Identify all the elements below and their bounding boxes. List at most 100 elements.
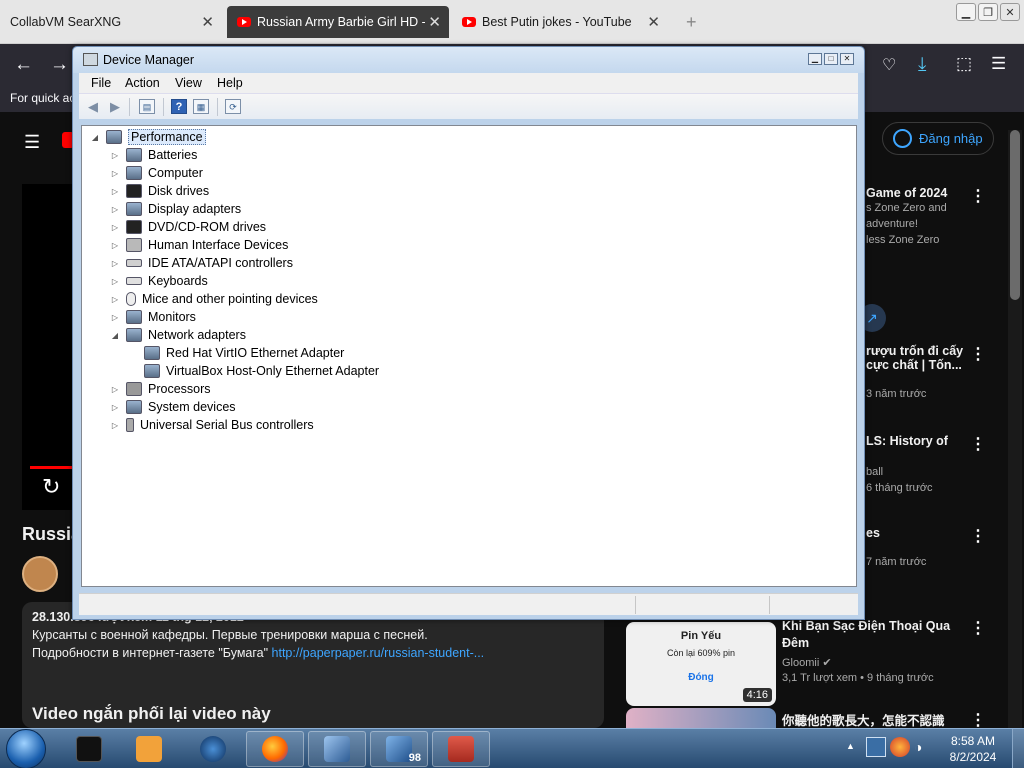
recommended-thumbnail[interactable] [626,708,776,728]
forward-arrow-icon[interactable]: → [50,54,69,76]
recommended-video[interactable]: Game of 2024 s Zone Zero and adventure! … [866,186,976,248]
pocket-icon[interactable]: ♡ [882,55,896,75]
maximize-window-icon[interactable]: ❐ [978,3,998,21]
video-player[interactable]: ↻ [22,184,78,510]
expand-arrow-icon[interactable]: ▷ [110,295,120,304]
tree-node-display-adapters[interactable]: ▷ Display adapters [110,200,241,218]
expand-arrow-icon[interactable]: ▷ [110,187,120,196]
more-options-icon[interactable]: ⋮ [970,344,986,364]
tree-node-disk-drives[interactable]: ▷ Disk drives [110,182,209,200]
taskbar-app-virtualbox[interactable] [308,731,366,767]
extensions-icon[interactable]: ⬚ [956,54,972,74]
tree-node-processors[interactable]: ▷ Processors [110,380,211,398]
recommended-video[interactable]: rượu trốn đi cấy cực chất | Tốn... 3 năm… [866,344,976,402]
close-window-icon[interactable]: ✕ [1000,3,1020,21]
close-tab-icon[interactable]: ✕ [201,13,214,31]
expand-arrow-icon[interactable]: ▷ [110,421,120,430]
expand-arrow-icon[interactable]: ▷ [110,151,120,160]
new-tab-plus-icon[interactable]: + [686,12,697,33]
video-progress-bar[interactable] [30,466,78,469]
network-tray-icon[interactable] [866,737,886,757]
menu-file[interactable]: File [91,76,111,90]
properties-icon[interactable]: ▦ [193,99,209,114]
more-options-icon[interactable]: ⋮ [970,186,986,206]
recommended-channel[interactable]: Gloomii ✔ [782,656,832,669]
channel-avatar[interactable] [22,556,58,592]
firefox-tray-icon[interactable] [890,737,910,757]
replay-icon[interactable]: ↻ [42,474,60,500]
tree-node-monitors[interactable]: ▷ Monitors [110,308,196,326]
expand-arrow-icon[interactable]: ▷ [110,259,120,268]
expand-arrow-icon[interactable]: ▷ [110,205,120,214]
more-options-icon[interactable]: ⋮ [970,710,986,730]
expand-arrow-icon[interactable]: ▷ [110,385,120,394]
back-arrow-icon[interactable]: ← [14,54,33,76]
collapse-arrow-icon[interactable]: ◢ [110,331,120,340]
recommended-title[interactable]: Khi Bạn Sạc Điện Thoại Qua Đêm [782,618,952,652]
tree-root-performance[interactable]: ◢ Performance [90,128,206,146]
minimize-window-icon[interactable]: ▁ [956,3,976,21]
device-manager-title-bar[interactable]: Device Manager ▁ □ ✕ [73,47,864,73]
tab-best-putin-jokes[interactable]: Best Putin jokes - YouTube ✕ [452,6,668,38]
tree-node-keyboards[interactable]: ▷ Keyboards [110,272,208,290]
tree-node-mice[interactable]: ▷ Mice and other pointing devices [110,290,318,308]
maximize-icon[interactable]: □ [824,53,838,65]
tree-node-system-devices[interactable]: ▷ System devices [110,398,236,416]
tab-russian-army-barbie[interactable]: Russian Army Barbie Girl HD - YouTube ✕ [227,6,449,38]
expand-arrow-icon[interactable]: ▷ [110,313,120,322]
taskbar-app-device-manager[interactable] [432,731,490,767]
collapse-arrow-icon[interactable]: ◢ [90,133,100,142]
scan-hardware-icon[interactable]: ⟳ [225,99,241,114]
tree-node-redhat-virtio[interactable]: Red Hat VirtIO Ethernet Adapter [144,344,344,362]
tree-node-dvd-cdrom[interactable]: ▷ DVD/CD-ROM drives [110,218,266,236]
recommended-video[interactable]: LS: History of ball 6 tháng trước [866,434,976,496]
tree-node-network-adapters[interactable]: ◢ Network adapters [110,326,246,344]
taskbar-app-firefox[interactable] [246,731,304,767]
expand-arrow-icon[interactable]: ▷ [110,223,120,232]
expand-arrow-icon[interactable]: ▷ [110,403,120,412]
close-tab-icon[interactable]: ✕ [428,13,441,31]
tree-node-virtualbox-host-only[interactable]: VirtualBox Host-Only Ethernet Adapter [144,362,379,380]
description-link[interactable]: http://paperpaper.ru/russian-student-... [272,646,485,660]
start-button[interactable] [6,729,46,768]
menu-view[interactable]: View [175,76,202,90]
minimize-icon[interactable]: ▁ [808,53,822,65]
tree-node-batteries[interactable]: ▷ Batteries [110,146,197,164]
page-scrollbar-thumb[interactable] [1010,130,1020,300]
more-options-icon[interactable]: ⋮ [970,526,986,546]
taskbar-app-win98[interactable]: 98 [370,731,428,767]
tree-node-usb-controllers[interactable]: ▷ Universal Serial Bus controllers [110,416,314,434]
more-options-icon[interactable]: ⋮ [970,434,986,454]
expand-arrow-icon[interactable]: ▷ [110,241,120,250]
expand-arrow-icon[interactable]: ▷ [110,277,120,286]
volume-icon[interactable]: ◑ [914,739,922,755]
show-hidden-icons-icon[interactable]: ▲ [846,741,855,751]
device-tree[interactable]: ◢ Performance ▷ Batteries ▷ Computer ▷ D… [81,125,857,587]
menu-help[interactable]: Help [217,76,243,90]
close-icon[interactable]: ✕ [840,53,854,65]
tab-collabvm-searxng[interactable]: CollabVM SearXNG ✕ [0,6,222,38]
close-tab-icon[interactable]: ✕ [647,13,660,31]
taskbar-app-terminal[interactable] [60,731,118,767]
sign-in-button[interactable]: Đăng nhập [882,122,994,155]
taskbar-clock[interactable]: 8:58 AM 8/2/2024 [940,733,1006,765]
expand-arrow-icon[interactable]: ▷ [110,169,120,178]
recommended-thumbnail[interactable]: Pin Yếu Còn lại 609% pin Đóng 4:16 [626,622,776,706]
show-desktop-button[interactable] [1012,729,1024,768]
guide-menu-icon[interactable]: ☰ [24,132,40,153]
tree-node-ide-ata[interactable]: ▷ IDE ATA/ATAPI controllers [110,254,293,272]
show-hide-console-tree-icon[interactable]: ▤ [139,99,155,114]
recommended-title[interactable]: 你聽他的歌長大，怎能不認識 [782,710,945,729]
tree-node-hid[interactable]: ▷ Human Interface Devices [110,236,288,254]
download-icon[interactable]: ⤓ [918,54,926,76]
recommended-video[interactable]: es 7 năm trước [866,526,976,570]
more-options-icon[interactable]: ⋮ [970,618,986,638]
taskbar-app-browser-globe[interactable] [184,731,242,767]
menu-action[interactable]: Action [125,76,160,90]
app-menu-icon[interactable]: ☰ [991,54,1006,74]
help-icon[interactable]: ? [171,99,187,114]
taskbar-app-media-player[interactable] [120,731,178,767]
tree-node-computer[interactable]: ▷ Computer [110,164,203,182]
back-icon[interactable]: ◀ [85,99,101,114]
forward-icon[interactable]: ▶ [107,99,123,114]
